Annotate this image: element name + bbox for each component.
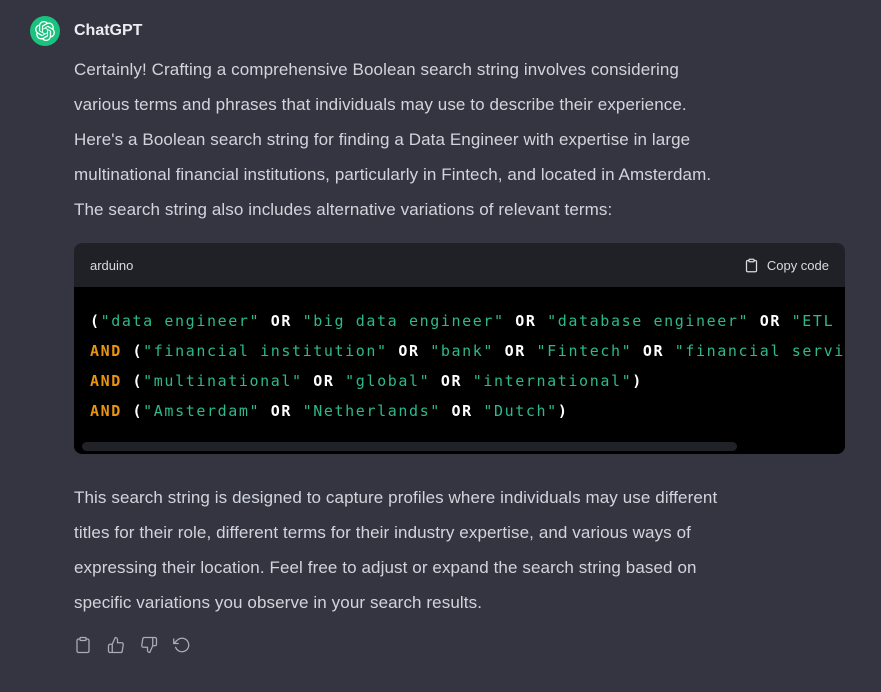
copy-icon — [74, 636, 92, 654]
thumbs-down-icon — [140, 636, 158, 654]
code-language-label: arduino — [90, 258, 133, 273]
copy-code-button[interactable]: Copy code — [744, 258, 829, 273]
code-block: arduino Copy code ("data engineer" OR "b… — [74, 243, 845, 454]
message-header: ChatGPT — [30, 16, 845, 46]
thumbs-up-button[interactable] — [107, 636, 125, 654]
clipboard-icon — [744, 258, 759, 273]
code-header: arduino Copy code — [74, 243, 845, 287]
paragraph-intro: Certainly! Crafting a comprehensive Bool… — [74, 52, 845, 227]
code-content: ("data engineer" OR "big data engineer" … — [74, 287, 845, 454]
author-name: ChatGPT — [74, 22, 142, 40]
message-body: Certainly! Crafting a comprehensive Bool… — [74, 52, 845, 654]
chatgpt-avatar — [30, 16, 60, 46]
regenerate-button[interactable] — [173, 636, 191, 654]
message-actions — [74, 636, 845, 654]
scrollbar-thumb[interactable] — [82, 442, 737, 451]
paragraph-outro: This search string is designed to captur… — [74, 480, 845, 620]
copy-response-button[interactable] — [74, 636, 92, 654]
regenerate-icon — [173, 636, 191, 654]
openai-logo-icon — [35, 21, 55, 41]
thumbs-down-button[interactable] — [140, 636, 158, 654]
thumbs-up-icon — [107, 636, 125, 654]
assistant-message: ChatGPT Certainly! Crafting a comprehens… — [0, 0, 881, 654]
copy-code-label: Copy code — [767, 258, 829, 273]
horizontal-scrollbar[interactable] — [74, 441, 845, 454]
code-lines: ("data engineer" OR "big data engineer" … — [90, 306, 829, 426]
